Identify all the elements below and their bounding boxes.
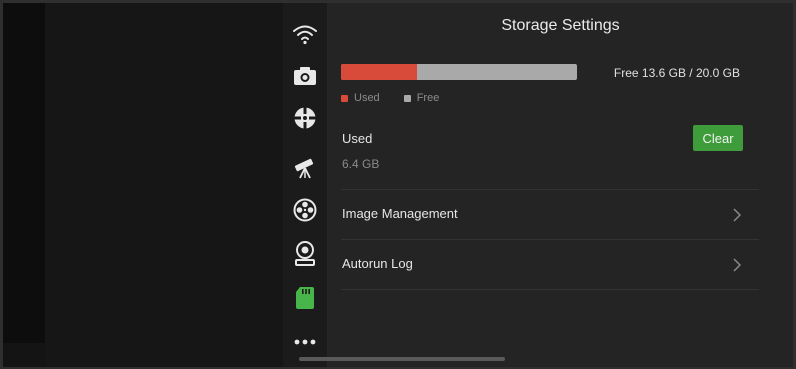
legend-free-label: Free [416,92,440,104]
app-frame: Storage Settings Free 13.6 GB / 20.0 GB … [3,3,793,367]
horizontal-scrollbar[interactable] [299,357,505,361]
legend-free: Free [403,92,440,104]
reel-icon[interactable] [290,195,320,225]
preview-area [45,3,283,367]
more-icon[interactable] [290,327,320,357]
sidebar [283,3,328,367]
legend-used-label: Used [354,92,380,104]
clear-button[interactable]: Clear [693,125,743,151]
autorun-log-row[interactable]: Autorun Log [328,241,768,289]
telescope-icon[interactable] [290,151,320,181]
wifi-icon[interactable] [290,19,320,49]
legend-used: Used [341,92,380,104]
storage-usage-bar [341,64,577,80]
storage-settings-panel: Storage Settings Free 13.6 GB / 20.0 GB … [328,3,793,367]
target-icon[interactable] [290,103,320,133]
used-value: 6.4 GB [342,157,380,171]
divider [341,189,759,190]
autorun-log-label: Autorun Log [342,256,413,271]
image-management-row[interactable]: Image Management [328,191,768,239]
chevron-right-icon [733,258,741,272]
image-management-label: Image Management [342,206,458,221]
chevron-right-icon [733,208,741,222]
page-title: Storage Settings [501,17,620,34]
divider [341,239,759,240]
camera-icon[interactable] [290,61,320,91]
legend-free-swatch [403,94,411,102]
left-edge-strip [3,3,45,343]
webcam-icon[interactable] [290,239,320,269]
sd-card-icon[interactable] [290,283,320,313]
storage-legend: Used Free [341,92,463,104]
storage-free-text: Free 13.6 GB / 20.0 GB [613,66,740,80]
divider [341,289,759,290]
storage-used-fill [341,64,417,80]
legend-used-swatch [341,94,348,102]
used-label: Used [342,131,373,146]
